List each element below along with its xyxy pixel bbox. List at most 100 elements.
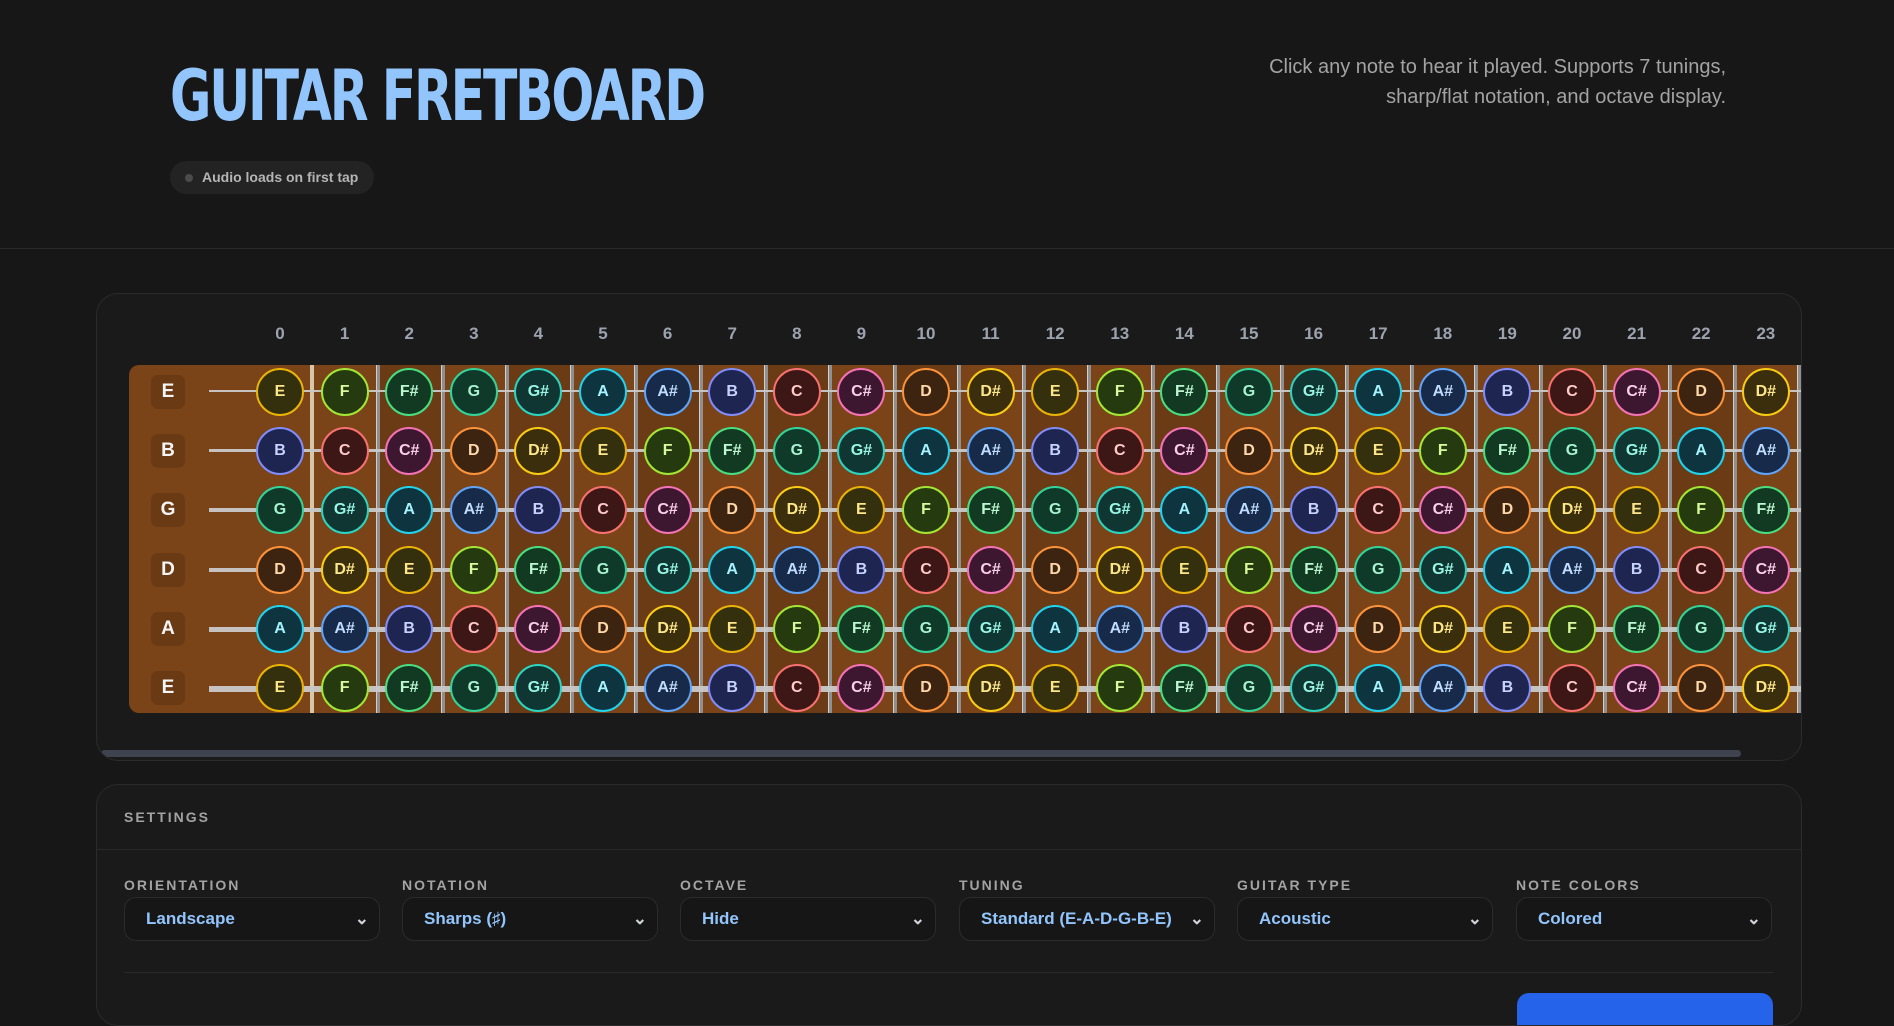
note-button[interactable]: C# — [514, 604, 563, 653]
note-button[interactable]: E — [1354, 427, 1403, 476]
note-button[interactable]: B — [1289, 486, 1338, 535]
note-button[interactable]: F — [1095, 664, 1144, 712]
note-button[interactable]: A — [1483, 545, 1532, 594]
note-button[interactable]: B — [256, 427, 304, 476]
note-button[interactable]: B — [708, 664, 757, 712]
note-button[interactable]: A — [256, 604, 304, 653]
note-button[interactable]: D — [579, 604, 627, 653]
note-button[interactable]: G — [256, 486, 304, 535]
note-button[interactable]: B — [1483, 664, 1532, 712]
note-button[interactable]: F — [320, 368, 369, 416]
octave-select[interactable]: Hide ⌄ — [680, 897, 936, 941]
note-button[interactable]: A# — [772, 545, 821, 594]
note-button[interactable]: G# — [1418, 545, 1467, 594]
note-button[interactable]: D# — [643, 604, 692, 653]
note-button[interactable]: D — [1483, 486, 1532, 535]
note-button[interactable]: G — [1225, 664, 1273, 712]
note-button[interactable]: C — [1677, 545, 1726, 594]
note-button[interactable]: G# — [1289, 368, 1338, 416]
note-button[interactable]: F# — [385, 664, 434, 712]
note-button[interactable]: A — [708, 545, 757, 594]
note-button[interactable]: E — [708, 604, 757, 653]
note-button[interactable]: F — [1225, 545, 1273, 594]
note-button[interactable]: D# — [772, 486, 821, 535]
note-button[interactable]: D# — [966, 664, 1015, 712]
note-button[interactable]: C# — [966, 545, 1015, 594]
note-button[interactable]: F# — [966, 486, 1015, 535]
note-button[interactable]: D# — [1095, 545, 1144, 594]
note-button[interactable]: D# — [1741, 368, 1790, 416]
note-button[interactable]: C# — [1289, 604, 1338, 653]
note-button[interactable]: E — [1031, 368, 1080, 416]
note-button[interactable]: C# — [1418, 486, 1467, 535]
note-button[interactable]: D# — [1418, 604, 1467, 653]
note-button[interactable]: D — [1354, 604, 1403, 653]
note-button[interactable]: C# — [1612, 368, 1661, 416]
note-button[interactable]: E — [1160, 545, 1209, 594]
note-button[interactable]: F# — [1612, 604, 1661, 653]
note-button[interactable]: E — [1612, 486, 1661, 535]
note-button[interactable]: F# — [1289, 545, 1338, 594]
note-button[interactable]: A — [1354, 664, 1403, 712]
note-button[interactable]: D# — [1741, 664, 1790, 712]
note-button[interactable]: C — [1225, 604, 1273, 653]
note-button[interactable]: B — [385, 604, 434, 653]
note-button[interactable]: C — [1095, 427, 1144, 476]
note-button[interactable]: C — [902, 545, 950, 594]
primary-action-button[interactable] — [1517, 993, 1773, 1025]
note-button[interactable]: C — [1548, 664, 1596, 712]
note-button[interactable]: D — [256, 545, 304, 594]
note-button[interactable]: C — [772, 368, 821, 416]
note-button[interactable]: B — [1160, 604, 1209, 653]
note-button[interactable]: G# — [643, 545, 692, 594]
note-button[interactable]: E — [579, 427, 627, 476]
note-button[interactable]: F# — [514, 545, 563, 594]
note-button[interactable]: D — [1677, 368, 1726, 416]
note-button[interactable]: A — [579, 664, 627, 712]
note-button[interactable]: A# — [1548, 545, 1596, 594]
horizontal-scrollbar[interactable] — [101, 750, 1741, 757]
orientation-select[interactable]: Landscape ⌄ — [124, 897, 380, 941]
note-button[interactable]: A — [579, 368, 627, 416]
tuning-select[interactable]: Standard (E-A-D-G-B-E) ⌄ — [959, 897, 1215, 941]
note-button[interactable]: D# — [320, 545, 369, 594]
note-button[interactable]: G — [902, 604, 950, 653]
note-button[interactable]: G — [579, 545, 627, 594]
note-button[interactable]: G# — [1612, 427, 1661, 476]
note-button[interactable]: E — [256, 664, 304, 712]
note-button[interactable]: G# — [1741, 604, 1790, 653]
note-button[interactable]: A# — [966, 427, 1015, 476]
note-button[interactable]: C — [449, 604, 498, 653]
note-button[interactable]: C — [579, 486, 627, 535]
note-button[interactable]: D# — [1289, 427, 1338, 476]
note-button[interactable]: G# — [837, 427, 886, 476]
note-button[interactable]: A# — [643, 368, 692, 416]
note-button[interactable]: A# — [643, 664, 692, 712]
note-button[interactable]: C# — [643, 486, 692, 535]
note-button[interactable]: C# — [837, 664, 886, 712]
note-button[interactable]: C — [1548, 368, 1596, 416]
note-button[interactable]: F — [1548, 604, 1596, 653]
note-button[interactable]: D# — [966, 368, 1015, 416]
notation-select[interactable]: Sharps (♯) ⌄ — [402, 897, 658, 941]
note-button[interactable]: C — [1354, 486, 1403, 535]
note-button[interactable]: G# — [966, 604, 1015, 653]
note-colors-select[interactable]: Colored ⌄ — [1516, 897, 1772, 941]
note-button[interactable]: A# — [1741, 427, 1790, 476]
note-button[interactable]: C# — [1741, 545, 1790, 594]
note-button[interactable]: D — [1677, 664, 1726, 712]
note-button[interactable]: G — [449, 368, 498, 416]
note-button[interactable]: B — [837, 545, 886, 594]
note-button[interactable]: B — [1612, 545, 1661, 594]
note-button[interactable]: E — [385, 545, 434, 594]
note-button[interactable]: G# — [1095, 486, 1144, 535]
note-button[interactable]: D — [902, 368, 950, 416]
note-button[interactable]: F# — [1741, 486, 1790, 535]
note-button[interactable]: F — [1418, 427, 1467, 476]
note-button[interactable]: A — [902, 427, 950, 476]
note-button[interactable]: B — [1483, 368, 1532, 416]
note-button[interactable]: C# — [1612, 664, 1661, 712]
note-button[interactable]: F# — [385, 368, 434, 416]
note-button[interactable]: C — [320, 427, 369, 476]
note-button[interactable]: D — [449, 427, 498, 476]
